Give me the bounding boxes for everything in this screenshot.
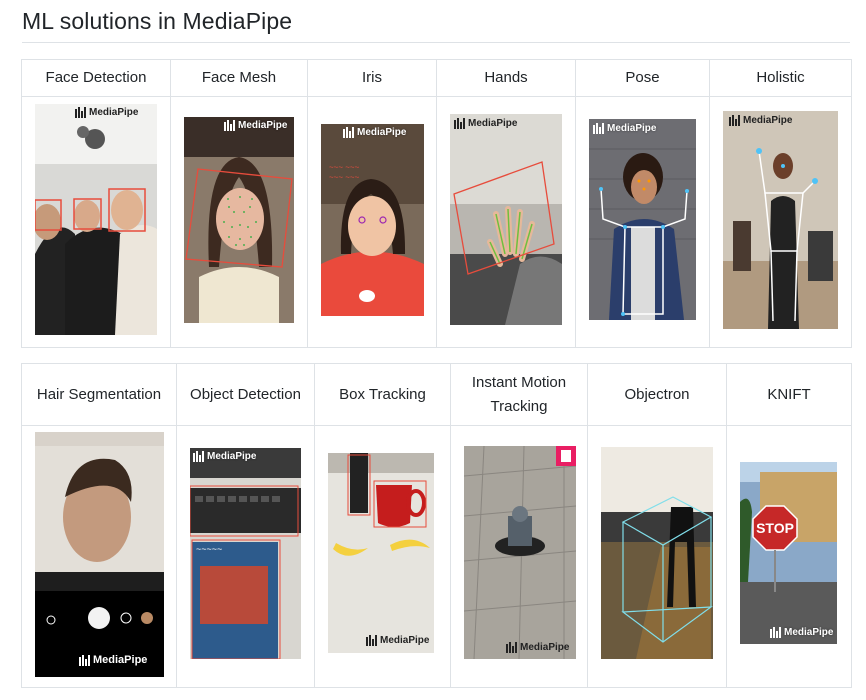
solutions-table-2: Hair Segmentation Object Detection Box T… (21, 363, 852, 688)
title-divider (22, 42, 850, 43)
box-tracking-demo-image (328, 453, 434, 653)
mediapipe-logo-text: MediaPipe (520, 642, 570, 653)
mediapipe-logo-icon (506, 642, 517, 653)
pose-demo-image (589, 119, 696, 320)
mediapipe-logo-icon (729, 115, 740, 126)
mediapipe-logo: MediaPipe (343, 127, 406, 138)
mediapipe-logo-text: MediaPipe (238, 120, 288, 131)
svg-text:~~~ ~~~: ~~~ ~~~ (329, 163, 360, 172)
face-detection-demo-image (35, 104, 157, 335)
hair-segmentation-demo-image (35, 432, 164, 677)
solutions-table-1: Face Detection Face Mesh Iris Hands Pose… (21, 59, 852, 348)
svg-text:~~~~~: ~~~~~ (196, 544, 222, 554)
header-pose: Pose (575, 59, 710, 97)
mediapipe-logo: MediaPipe (366, 635, 429, 646)
cell-holistic: MediaPipe (709, 96, 852, 348)
mediapipe-logo-text: MediaPipe (207, 451, 257, 462)
mediapipe-logo-icon (366, 635, 377, 646)
face-mesh-demo-image (184, 117, 294, 323)
header-iris: Iris (307, 59, 437, 97)
svg-text:~~~ ~~~: ~~~ ~~~ (329, 173, 360, 182)
header-hair-segmentation: Hair Segmentation (21, 363, 177, 426)
iris-demo-image: ~~~ ~~~ ~~~ ~~~ (321, 124, 424, 316)
holistic-demo-image (723, 111, 838, 329)
header-instant-motion-tracking: Instant Motion Tracking (450, 363, 588, 426)
face-mesh-demo-link[interactable]: MediaPipe (184, 117, 294, 323)
mediapipe-logo-text: MediaPipe (89, 107, 139, 118)
mediapipe-logo: MediaPipe (770, 627, 833, 638)
knift-demo-link[interactable]: STOP MediaPipe (740, 462, 837, 644)
mediapipe-logo-text: MediaPipe (380, 635, 430, 646)
cell-face-mesh: MediaPipe (170, 96, 308, 348)
hair-segmentation-demo-link[interactable]: MediaPipe (35, 432, 164, 677)
pose-demo-link[interactable]: MediaPipe (589, 119, 696, 320)
mediapipe-logo-text: MediaPipe (93, 654, 148, 666)
hands-demo-link[interactable]: MediaPipe (450, 114, 562, 325)
cell-iris: ~~~ ~~~ ~~~ ~~~ MediaPipe (307, 96, 437, 348)
header-face-detection: Face Detection (21, 59, 171, 97)
header-objectron: Objectron (587, 363, 727, 426)
cell-objectron (587, 425, 727, 688)
mediapipe-logo: MediaPipe (593, 123, 656, 134)
header-holistic: Holistic (709, 59, 852, 97)
mediapipe-logo-icon (454, 118, 465, 129)
mediapipe-logo-icon (343, 127, 354, 138)
mediapipe-logo-text: MediaPipe (784, 627, 834, 638)
mediapipe-logo: MediaPipe (224, 120, 287, 131)
instant-motion-tracking-demo-link[interactable]: MediaPipe (464, 446, 576, 659)
mediapipe-logo-text: MediaPipe (743, 115, 793, 126)
mediapipe-logo-icon (224, 120, 235, 131)
mediapipe-logo-icon (770, 627, 781, 638)
object-detection-demo-image: ~~~~~ (190, 448, 301, 659)
mediapipe-logo-icon (79, 654, 90, 666)
header-hands: Hands (436, 59, 576, 97)
mediapipe-logo: MediaPipe (506, 642, 569, 653)
cell-knift: STOP MediaPipe (726, 425, 852, 688)
mediapipe-logo-icon (593, 123, 604, 134)
mediapipe-logo-text: MediaPipe (357, 127, 407, 138)
page-title: ML solutions in MediaPipe (22, 8, 293, 34)
header-object-detection: Object Detection (176, 363, 315, 426)
mediapipe-logo: MediaPipe (729, 115, 792, 126)
mediapipe-logo-icon (193, 451, 204, 462)
header-face-mesh: Face Mesh (170, 59, 308, 97)
cell-hair-segmentation: MediaPipe (21, 425, 177, 688)
objectron-demo-image (601, 447, 713, 659)
mediapipe-logo-icon (75, 107, 86, 118)
cell-box-tracking: MediaPipe (314, 425, 451, 688)
mediapipe-logo: MediaPipe (75, 107, 138, 118)
mediapipe-logo: MediaPipe (454, 118, 517, 129)
cell-hands: MediaPipe (436, 96, 576, 348)
instant-motion-tracking-demo-image (464, 446, 576, 659)
objectron-demo-link[interactable] (601, 447, 713, 659)
mediapipe-logo: MediaPipe (193, 451, 256, 462)
mediapipe-logo-text: MediaPipe (468, 118, 518, 129)
cell-face-detection: MediaPipe (21, 96, 171, 348)
mediapipe-logo-text: MediaPipe (607, 123, 657, 134)
header-knift: KNIFT (726, 363, 852, 426)
stop-sign-text: STOP (756, 520, 794, 536)
mediapipe-logo: MediaPipe (79, 654, 147, 666)
iris-demo-link[interactable]: ~~~ ~~~ ~~~ ~~~ MediaPipe (321, 124, 424, 316)
cell-object-detection: ~~~~~ MediaPipe (176, 425, 315, 688)
box-tracking-demo-link[interactable]: MediaPipe (328, 453, 434, 653)
cell-pose: MediaPipe (575, 96, 710, 348)
object-detection-demo-link[interactable]: ~~~~~ MediaPipe (190, 448, 301, 659)
cell-instant-motion-tracking: MediaPipe (450, 425, 588, 688)
knift-demo-image: STOP (740, 462, 837, 644)
header-box-tracking: Box Tracking (314, 363, 451, 426)
face-detection-demo-link[interactable]: MediaPipe (35, 104, 157, 335)
holistic-demo-link[interactable]: MediaPipe (723, 111, 838, 329)
hands-demo-image (450, 114, 562, 325)
